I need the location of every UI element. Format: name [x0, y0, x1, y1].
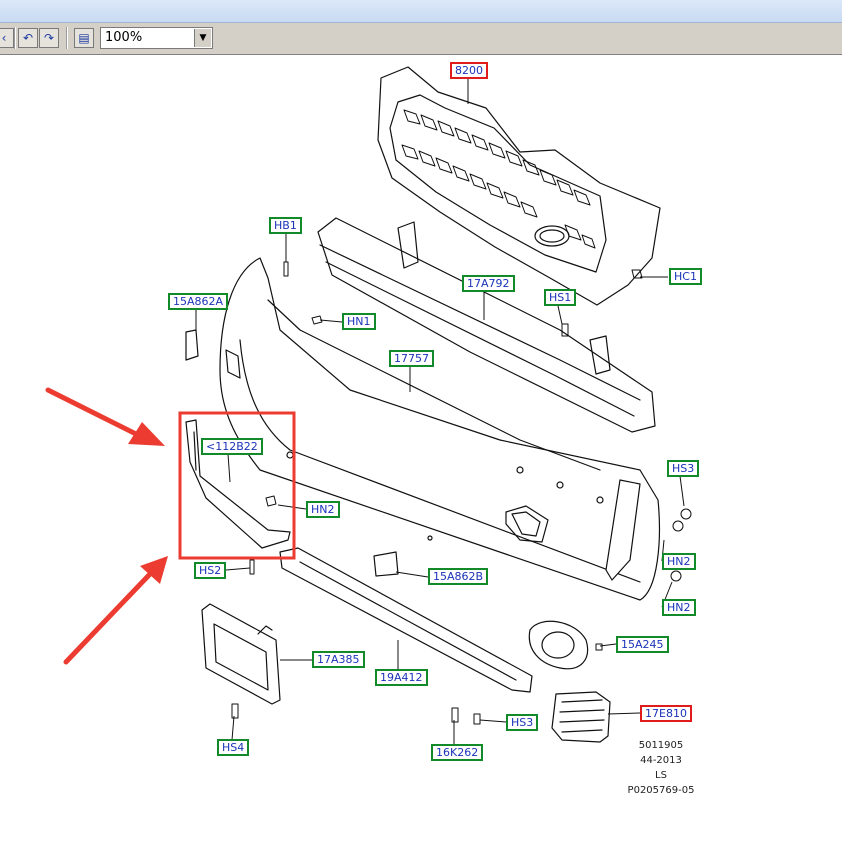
label-15a245[interactable]: 15A245: [616, 636, 669, 653]
window-title-bar: [0, 0, 842, 23]
label-hs4[interactable]: HS4: [217, 739, 250, 756]
reference-line-1: 5011905: [638, 740, 684, 751]
reference-block: 5011905 44-2013 LS P0205769-05: [616, 738, 706, 798]
label-15a862b[interactable]: 15A862B: [428, 568, 489, 585]
comment-icon[interactable]: ▤: [74, 28, 94, 48]
label-hb1[interactable]: HB1: [269, 217, 302, 234]
diagram-canvas: 8200 HB1 17A792 HC1 15A862A HS1 HN1 1775…: [0, 55, 842, 853]
reference-line-3: LS: [655, 770, 667, 781]
redo-view-icon[interactable]: ↷: [39, 28, 59, 48]
label-17757[interactable]: 17757: [389, 350, 434, 367]
label-16k262[interactable]: 16K262: [431, 744, 484, 761]
label-hn2-right-b[interactable]: HN2: [662, 599, 696, 616]
label-hn1[interactable]: HN1: [342, 313, 376, 330]
label-15a862a[interactable]: 15A862A: [168, 293, 229, 310]
fog-bezel-drawing: [528, 620, 589, 670]
undo-view-icon[interactable]: ↶: [18, 28, 38, 48]
toolbar: ‹ ↶ ↷ ▤ 100% ▼: [0, 23, 842, 55]
label-17e810[interactable]: 17E810: [640, 705, 692, 722]
chevron-down-icon[interactable]: ▼: [194, 29, 211, 47]
license-plate-drawing: [201, 603, 281, 705]
zoom-select[interactable]: 100% ▼: [100, 27, 213, 49]
label-8200[interactable]: 8200: [450, 62, 488, 79]
label-112b22[interactable]: <112B22: [201, 438, 263, 455]
bumper-exploded-diagram: [45, 66, 692, 744]
reference-line-4: P0205769-05: [627, 785, 695, 796]
fog-lamp-drawing: [551, 691, 611, 743]
toolbar-separator: [66, 27, 68, 49]
zoom-value: 100%: [105, 30, 143, 45]
label-17a792[interactable]: 17A792: [462, 275, 515, 292]
reference-line-2: 44-2013: [640, 755, 682, 766]
label-hs3-bottom[interactable]: HS3: [506, 714, 539, 731]
red-arrow-lower: [63, 556, 168, 665]
label-hs2[interactable]: HS2: [194, 562, 227, 579]
toolbar-separator: [14, 27, 16, 49]
label-hs3-right[interactable]: HS3: [667, 460, 700, 477]
label-hs1[interactable]: HS1: [544, 289, 577, 306]
label-hc1[interactable]: HC1: [669, 268, 702, 285]
red-arrow-upper: [45, 387, 165, 446]
label-hn2-right-a[interactable]: HN2: [662, 553, 696, 570]
toolbar-edge-button[interactable]: ‹: [0, 28, 14, 48]
label-17a385[interactable]: 17A385: [312, 651, 365, 668]
label-19a412[interactable]: 19A412: [375, 669, 428, 686]
label-hn2-left[interactable]: HN2: [306, 501, 340, 518]
